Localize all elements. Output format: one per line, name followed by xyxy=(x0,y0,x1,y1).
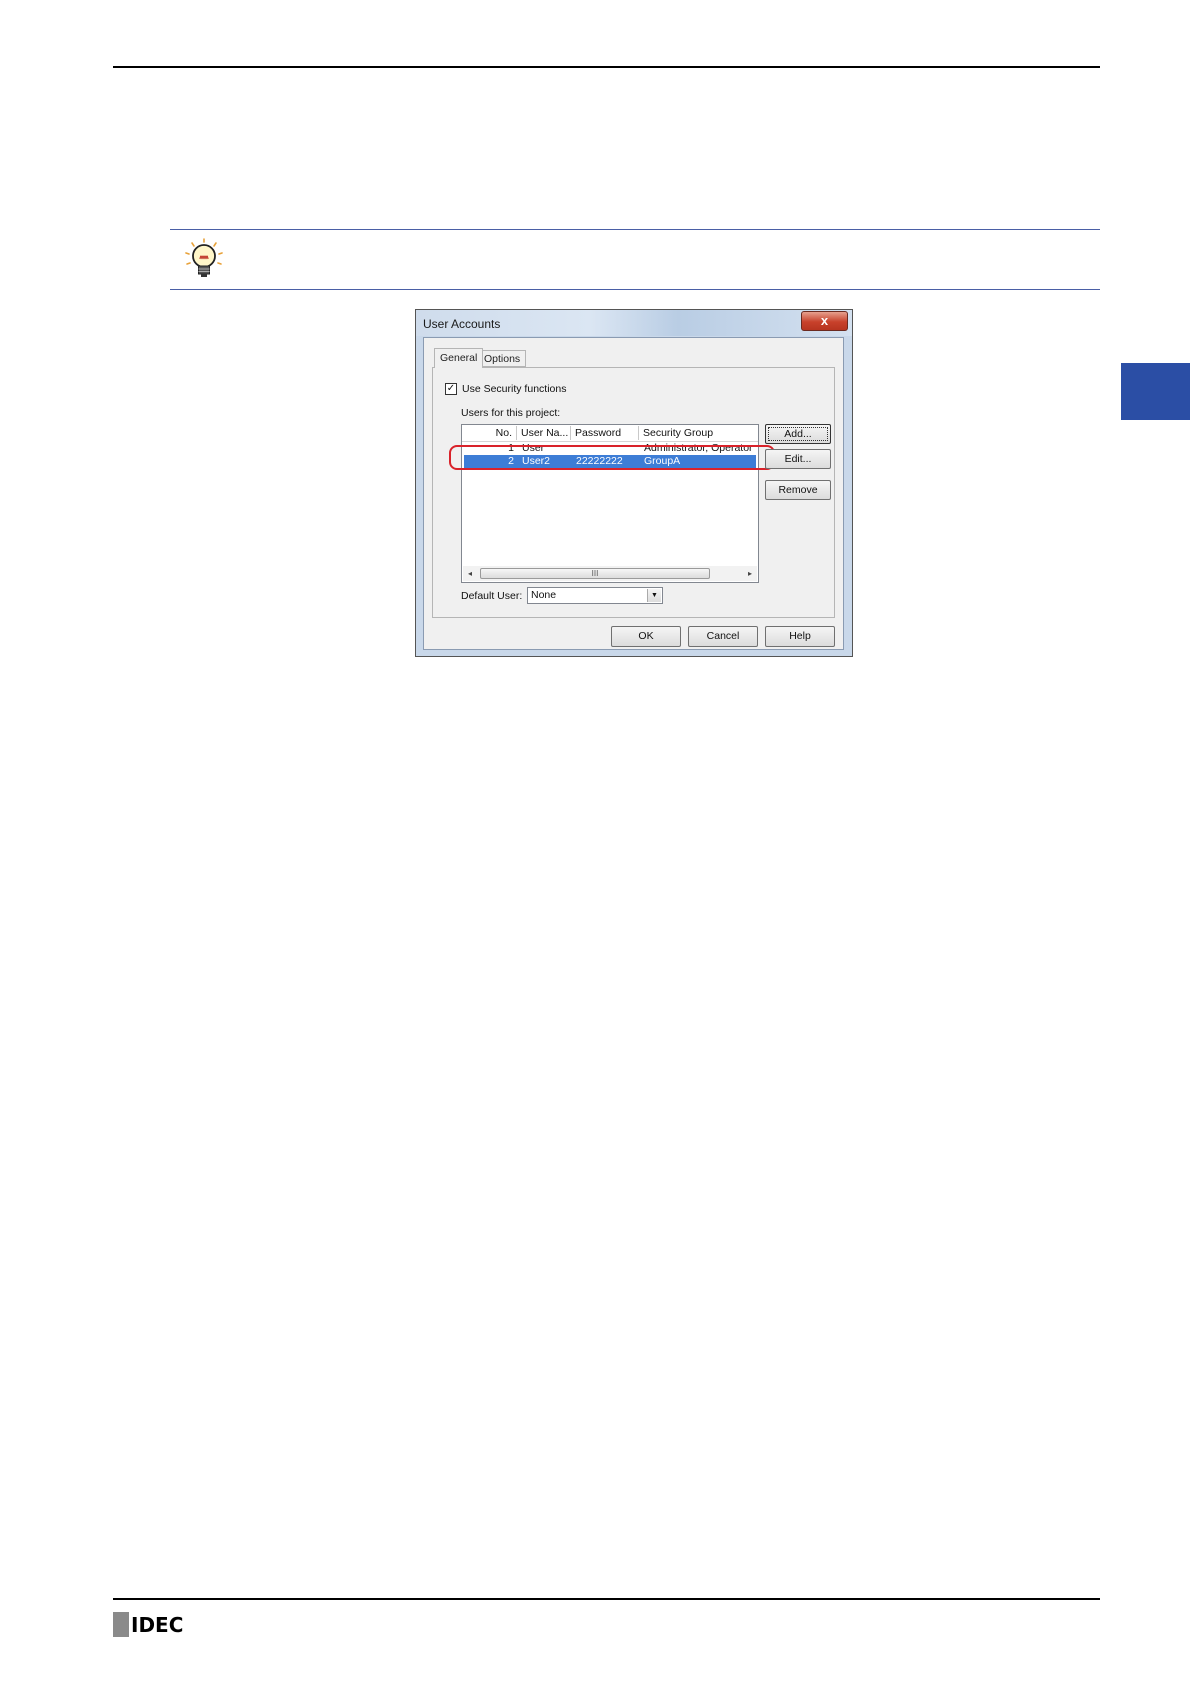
scroll-thumb[interactable]: III xyxy=(480,568,710,579)
default-user-select[interactable]: None ▼ xyxy=(527,587,663,604)
help-button[interactable]: Help xyxy=(765,626,835,647)
default-user-value: None xyxy=(531,589,557,601)
add-button[interactable]: Add... xyxy=(765,424,831,444)
chevron-down-icon[interactable]: ▼ xyxy=(647,589,661,602)
column-header-user-name[interactable]: User Na... xyxy=(517,426,571,440)
tip-box xyxy=(170,229,1100,290)
remove-button[interactable]: Remove xyxy=(765,480,831,500)
list-header: No. User Na... Password Security Group xyxy=(462,425,758,442)
title-bar[interactable]: User Accounts x xyxy=(416,310,852,336)
scroll-right-icon[interactable]: ▸ xyxy=(743,567,757,580)
cancel-button[interactable]: Cancel xyxy=(688,626,758,647)
tab-general[interactable]: General xyxy=(434,348,484,368)
selection-highlight-frame xyxy=(449,445,775,470)
column-header-security-group[interactable]: Security Group xyxy=(639,426,758,440)
scroll-left-icon[interactable]: ◂ xyxy=(463,567,477,580)
chapter-tab xyxy=(1121,363,1190,420)
logo-text: IDEC xyxy=(131,1612,184,1637)
logo-mark xyxy=(113,1612,129,1637)
bottom-rule xyxy=(113,1598,1100,1600)
user-accounts-dialog: User Accounts x General Options ✓ Use Se… xyxy=(415,309,853,657)
dialog-title: User Accounts xyxy=(423,317,501,331)
lightbulb-icon xyxy=(185,238,223,277)
top-rule xyxy=(113,66,1100,68)
use-security-label: Use Security functions xyxy=(462,383,567,395)
horizontal-scrollbar[interactable]: ◂ III ▸ xyxy=(463,566,757,581)
column-header-no[interactable]: No. xyxy=(462,426,517,440)
idec-logo: IDEC xyxy=(113,1612,183,1637)
dialog-client: General Options ✓ Use Security functions… xyxy=(423,337,844,650)
ok-button[interactable]: OK xyxy=(611,626,681,647)
column-header-password[interactable]: Password xyxy=(571,426,639,440)
close-button[interactable]: x xyxy=(801,311,848,331)
users-label: Users for this project: xyxy=(461,407,561,419)
tab-options[interactable]: Options xyxy=(479,350,527,367)
edit-button[interactable]: Edit... xyxy=(765,449,831,469)
default-user-label: Default User: xyxy=(461,590,523,602)
use-security-checkbox[interactable]: ✓ xyxy=(445,383,457,395)
general-panel: ✓ Use Security functions Users for this … xyxy=(432,367,835,618)
